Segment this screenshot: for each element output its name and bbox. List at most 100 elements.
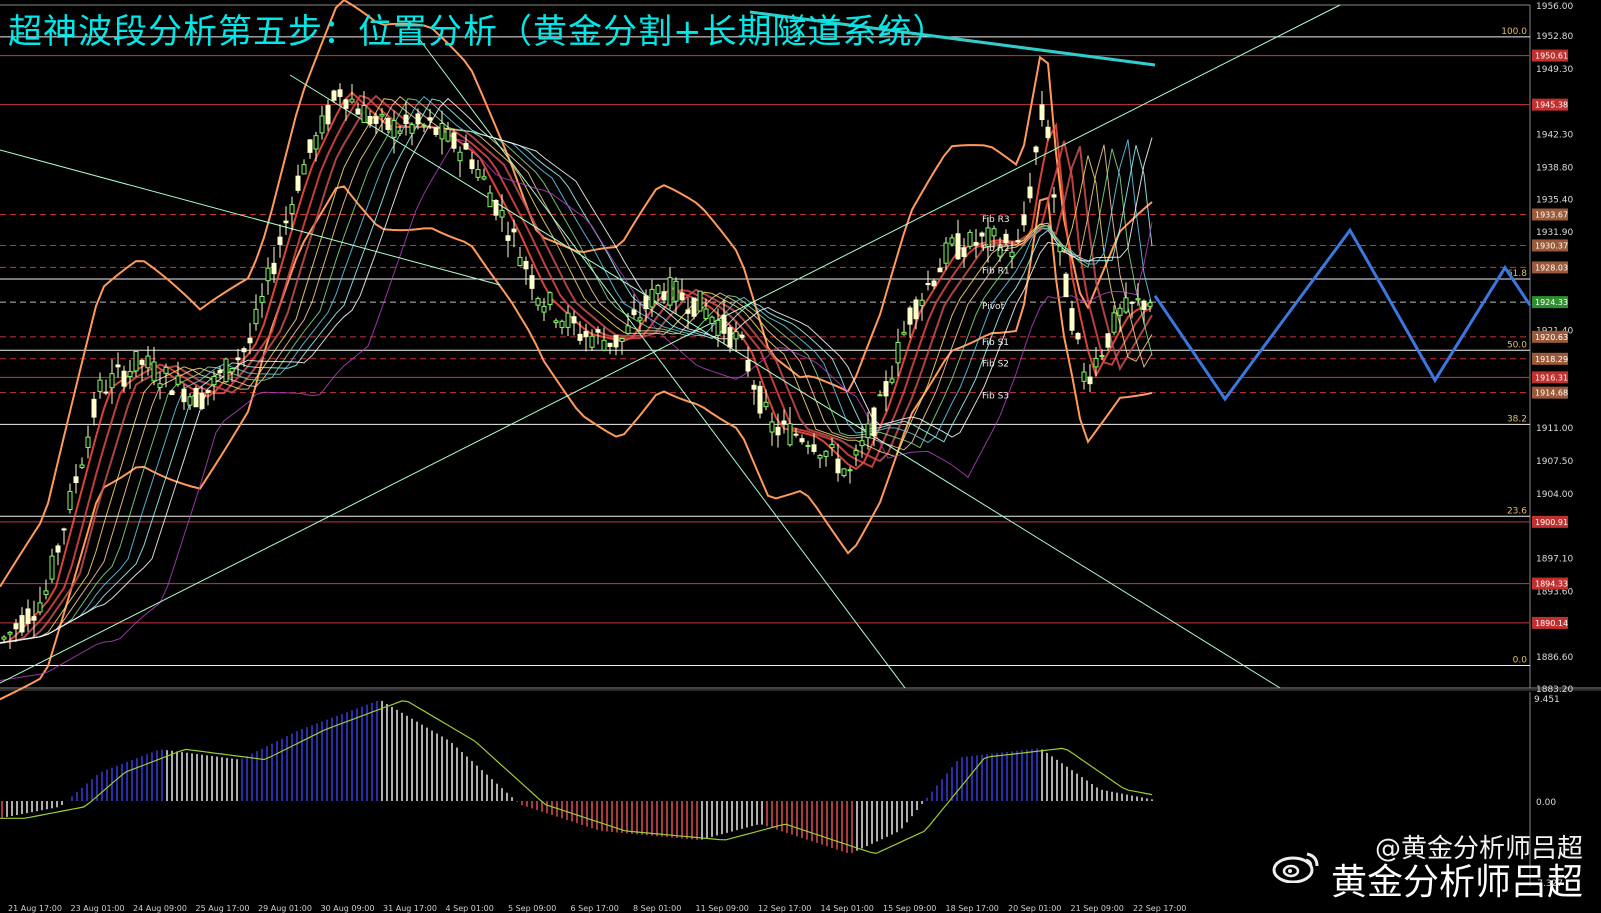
candle-body <box>847 469 853 472</box>
candle-body <box>67 490 73 511</box>
candle-body <box>673 280 679 302</box>
candle-body <box>799 438 805 443</box>
candle-body <box>643 295 649 310</box>
price-tick-13: 1886.60 <box>1536 653 1573 663</box>
candle-body <box>433 127 439 135</box>
candle-body <box>445 128 451 142</box>
price-badge-10: 1900.91 <box>1535 518 1568 527</box>
candle-body <box>103 391 109 394</box>
time-tick-11: 11 Sep 09:00 <box>696 904 749 913</box>
candle-body <box>655 285 661 295</box>
candle-body <box>421 124 427 127</box>
candle-body <box>709 316 715 324</box>
candle-body <box>1003 233 1009 244</box>
trend-lines <box>0 4 1341 689</box>
candle-body <box>787 423 793 446</box>
time-tick-17: 21 Sep 09:00 <box>1071 904 1124 913</box>
ma-line-0 <box>0 91 1153 644</box>
price-badge-11: 1894.33 <box>1535 580 1568 589</box>
candle-body <box>1093 357 1099 368</box>
candle-body <box>979 232 985 237</box>
time-tick-8: 5 Sep 09:00 <box>508 904 556 913</box>
candle-body <box>1027 186 1033 199</box>
candle-body <box>451 132 457 149</box>
time-tick-5: 30 Aug 09:00 <box>321 904 375 913</box>
candle-body <box>931 280 937 287</box>
candle-body <box>745 359 751 372</box>
candle-body <box>529 275 535 289</box>
candle-body <box>1075 332 1081 340</box>
candle-body <box>289 204 295 215</box>
candle-body <box>337 89 343 97</box>
candle-body <box>1069 308 1075 331</box>
time-tick-1: 23 Aug 01:00 <box>71 904 125 913</box>
candle-body <box>121 370 127 387</box>
candle-body <box>373 116 379 124</box>
candle-body <box>901 331 907 335</box>
candle-body <box>949 237 955 245</box>
macd-signal-line <box>0 700 1153 855</box>
price-axis[interactable]: 1956.00 1952.80 1949.30 1942.30 1938.80 1935.… <box>1532 2 1573 695</box>
candle-body <box>253 308 259 325</box>
candle-body <box>823 450 829 457</box>
candle-body <box>205 390 211 393</box>
candle-body <box>631 309 637 316</box>
candle-body <box>625 325 631 334</box>
watermark-name: 黄金分析师吕超 <box>1330 862 1583 903</box>
candle-body <box>1135 298 1141 301</box>
candle-body <box>1015 240 1021 243</box>
candle-body <box>913 299 919 320</box>
candle-body <box>493 200 499 216</box>
candle-body <box>589 335 595 348</box>
candle-body <box>283 220 289 224</box>
tunnel-line <box>0 149 501 286</box>
price-tick-3: 1942.30 <box>1536 131 1573 141</box>
candle-body <box>397 130 403 134</box>
candle-body <box>73 476 79 483</box>
candle-body <box>781 420 787 425</box>
candle-body <box>13 623 19 630</box>
candle-body <box>199 392 205 409</box>
candle-body <box>667 277 673 306</box>
candle-body <box>457 151 463 162</box>
candle-body <box>1129 301 1135 304</box>
candle-body <box>955 233 961 260</box>
candle-body <box>1 636 7 640</box>
candle-body <box>871 407 877 436</box>
candle-body <box>415 113 421 125</box>
weibo-logo-icon <box>1272 852 1319 883</box>
candle-body <box>277 236 283 245</box>
fib-label-5: 0.0 <box>1513 655 1528 665</box>
candle-body <box>307 139 313 153</box>
candle-body <box>55 545 61 553</box>
candle-body <box>565 312 571 328</box>
candle-body <box>37 602 43 613</box>
candle-body <box>1045 126 1051 139</box>
price-badge-4: 1928.03 <box>1535 263 1568 272</box>
candle-body <box>49 555 55 580</box>
candle-body <box>487 192 493 208</box>
candle-body <box>439 123 445 140</box>
candle-body <box>295 175 301 191</box>
time-tick-10: 8 Sep 01:00 <box>633 904 681 913</box>
candle-body <box>1039 104 1045 121</box>
candle-body <box>889 378 895 383</box>
pivot-label-6: Fib S3 <box>982 391 1009 401</box>
candle-body <box>349 98 355 103</box>
candle-body <box>1033 146 1039 153</box>
candle-body <box>463 142 469 150</box>
candle-body <box>247 337 253 344</box>
candle-body <box>391 120 397 138</box>
candle-body <box>127 371 133 378</box>
trading-chart[interactable]: 100.061.850.038.223.60.0 Fib R3Fib R2Fib… <box>0 0 1601 913</box>
pivot-label-5: Fib S2 <box>982 359 1009 369</box>
fib-label-4: 23.6 <box>1507 506 1527 516</box>
candle-body <box>271 262 277 275</box>
candle-body <box>145 355 151 369</box>
time-axis[interactable]: 21 Aug 17:00 23 Aug 01:00 24 Aug 09:00 25 A… <box>8 904 1186 913</box>
candle-body <box>895 341 901 364</box>
time-tick-9: 6 Sep 17:00 <box>571 904 619 913</box>
candle-body <box>1009 251 1015 258</box>
candle-body <box>595 329 601 333</box>
candle-body <box>751 384 757 390</box>
